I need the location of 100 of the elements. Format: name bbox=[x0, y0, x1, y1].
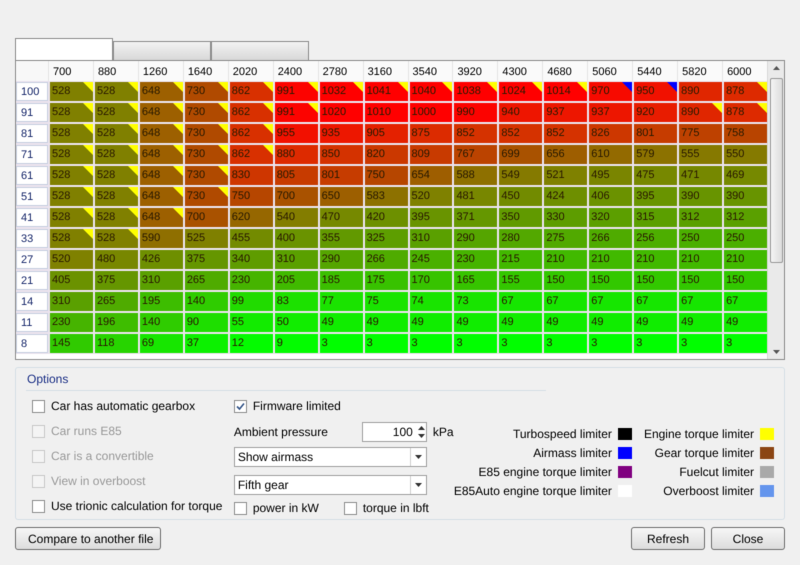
tab[interactable] bbox=[15, 38, 113, 60]
column-header: 2400 bbox=[272, 61, 318, 80]
table-cell: 880 bbox=[274, 145, 318, 164]
table-cell: 1032 bbox=[320, 82, 363, 101]
table-cell: 528 bbox=[94, 208, 138, 227]
spin-field[interactable]: 100 bbox=[362, 422, 427, 442]
checkbox[interactable] bbox=[32, 400, 45, 412]
spinner-icon[interactable] bbox=[416, 425, 426, 439]
table-cell: 170 bbox=[410, 271, 452, 290]
table-cell: 878 bbox=[724, 82, 767, 101]
compare-button[interactable]: Compare to another file bbox=[15, 527, 161, 550]
table-cell: 730 bbox=[184, 124, 228, 143]
refresh-button[interactable]: Refresh bbox=[631, 527, 705, 550]
field-label: Ambient pressure bbox=[234, 424, 329, 441]
table-cell: 406 bbox=[589, 187, 632, 206]
close-button[interactable]: Close bbox=[711, 527, 785, 550]
table-cell: 315 bbox=[634, 208, 678, 227]
table-cell: 852 bbox=[544, 124, 588, 143]
table-cell: 528 bbox=[94, 145, 138, 164]
table-cell: 395 bbox=[634, 187, 678, 206]
table-cell: 1000 bbox=[410, 103, 452, 122]
table-cell: 165 bbox=[454, 271, 498, 290]
table-cell: 830 bbox=[230, 166, 273, 185]
dropdown[interactable]: Show airmass bbox=[234, 447, 427, 467]
table-cell: 310 bbox=[50, 292, 93, 311]
table-cell: 49 bbox=[364, 313, 408, 332]
table-cell: 648 bbox=[140, 124, 183, 143]
table-cell: 495 bbox=[589, 166, 632, 185]
table-cell: 275 bbox=[544, 229, 588, 248]
scrollbar[interactable] bbox=[767, 61, 784, 359]
column-header: 880 bbox=[92, 61, 138, 80]
column-header: 3160 bbox=[362, 61, 408, 80]
checkbox[interactable] bbox=[32, 500, 45, 512]
table-cell: 175 bbox=[364, 271, 408, 290]
table-cell: 550 bbox=[724, 145, 767, 164]
table-cell: 210 bbox=[589, 250, 632, 269]
table-cell: 937 bbox=[589, 103, 632, 122]
scroll-thumb[interactable] bbox=[770, 78, 782, 263]
table-cell: 549 bbox=[499, 166, 542, 185]
table-cell: 49 bbox=[320, 313, 363, 332]
scroll-up-icon[interactable] bbox=[772, 66, 780, 70]
table-cell: 520 bbox=[50, 250, 93, 269]
caret-icon bbox=[414, 455, 422, 459]
checkbox-label: Car has automatic gearbox bbox=[51, 398, 196, 415]
table-cell: 775 bbox=[679, 124, 722, 143]
table-cell: 940 bbox=[499, 103, 542, 122]
table-cell: 395 bbox=[410, 208, 452, 227]
table-cell: 195 bbox=[140, 292, 183, 311]
table-cell: 280 bbox=[499, 229, 542, 248]
table-cell: 1024 bbox=[499, 82, 542, 101]
checkbox-label: Car is a convertible bbox=[51, 448, 154, 465]
table-cell: 950 bbox=[634, 82, 678, 101]
table-cell: 528 bbox=[50, 208, 93, 227]
row-header: 51 bbox=[16, 187, 48, 206]
table-cell: 67 bbox=[544, 292, 588, 311]
table-cell: 862 bbox=[230, 103, 273, 122]
row-header: 81 bbox=[16, 124, 48, 143]
table-cell: 50 bbox=[274, 313, 318, 332]
table-cell: 230 bbox=[454, 250, 498, 269]
table-cell: 1010 bbox=[364, 103, 408, 122]
table-cell: 265 bbox=[184, 271, 228, 290]
table-cell: 767 bbox=[454, 145, 498, 164]
table-cell: 3 bbox=[454, 334, 498, 353]
table-cell: 67 bbox=[634, 292, 678, 311]
scroll-down-icon[interactable] bbox=[772, 350, 780, 354]
table-cell: 185 bbox=[320, 271, 363, 290]
table-cell: 809 bbox=[410, 145, 452, 164]
table-cell: 528 bbox=[50, 103, 93, 122]
table-cell: 3 bbox=[589, 334, 632, 353]
checkbox[interactable] bbox=[344, 502, 357, 514]
checkbox[interactable] bbox=[234, 400, 247, 412]
table-cell: 475 bbox=[634, 166, 678, 185]
table-cell: 521 bbox=[544, 166, 588, 185]
table-cell: 420 bbox=[364, 208, 408, 227]
tab[interactable] bbox=[113, 41, 211, 60]
table-cell: 3 bbox=[679, 334, 722, 353]
table-cell: 700 bbox=[184, 208, 228, 227]
table-cell: 150 bbox=[544, 271, 588, 290]
table-cell: 730 bbox=[184, 145, 228, 164]
table-cell: 155 bbox=[499, 271, 542, 290]
table-cell: 3 bbox=[634, 334, 678, 353]
table-cell: 528 bbox=[94, 229, 138, 248]
caret-icon bbox=[414, 483, 422, 487]
table-cell: 955 bbox=[274, 124, 318, 143]
table-cell: 49 bbox=[410, 313, 452, 332]
table-cell: 528 bbox=[50, 124, 93, 143]
dropdown[interactable]: Fifth gear bbox=[234, 475, 427, 495]
row-header: 100 bbox=[16, 82, 48, 101]
table-cell: 49 bbox=[454, 313, 498, 332]
checkbox[interactable] bbox=[234, 502, 247, 514]
table-cell: 75 bbox=[364, 292, 408, 311]
tab[interactable] bbox=[211, 41, 309, 60]
checkbox-label: Use trionic calculation for torque bbox=[51, 498, 222, 515]
table-cell: 528 bbox=[94, 187, 138, 206]
table-cell: 455 bbox=[230, 229, 273, 248]
table-cell: 400 bbox=[274, 229, 318, 248]
table-cell: 805 bbox=[274, 166, 318, 185]
table-cell: 528 bbox=[50, 166, 93, 185]
table-cell: 210 bbox=[679, 250, 722, 269]
table-cell: 73 bbox=[454, 292, 498, 311]
